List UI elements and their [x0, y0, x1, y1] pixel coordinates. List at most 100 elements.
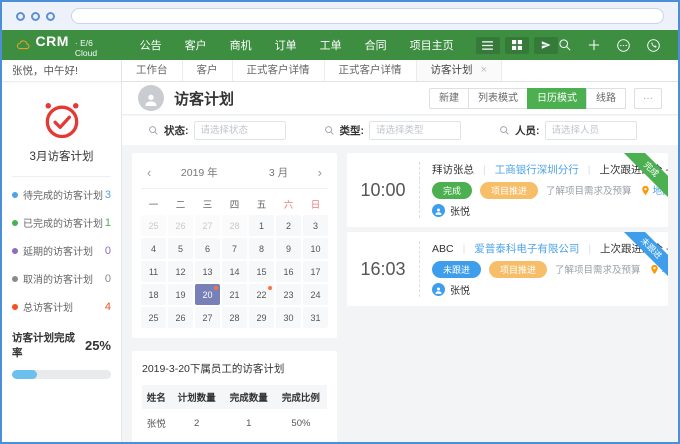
calendar-day[interactable]: 4 [141, 238, 166, 259]
calendar-card: ‹ 2019 年 3 月 › 一二三四五六日 25262728123456789… [132, 153, 337, 338]
calendar-day[interactable]: 20 [195, 284, 220, 305]
sidebar-stats: 待完成的访客计划3已完成的访客计划1延期的访客计划0取消的访客计划0总访客计划4 [2, 177, 121, 318]
nav-item[interactable]: 项目主页 [410, 37, 454, 53]
filter-group: 状态: [148, 121, 286, 140]
power-icon[interactable] [676, 38, 680, 52]
calendar-day[interactable]: 23 [276, 284, 301, 305]
calendar-day[interactable]: 25 [141, 307, 166, 328]
nav-item[interactable]: 合同 [365, 37, 387, 53]
calendar-prev-icon[interactable]: ‹ [143, 166, 155, 179]
map-pin-icon [640, 185, 651, 196]
window-control-dot[interactable] [46, 12, 55, 21]
calendar-day[interactable]: 2 [276, 215, 301, 236]
calendar-day[interactable]: 12 [168, 261, 193, 282]
tab[interactable]: 客户 [183, 60, 233, 81]
calendar-day[interactable]: 6 [195, 238, 220, 259]
view-mode-button[interactable]: 线路 [586, 88, 626, 109]
sidebar-stat-item: 待完成的访客计划3 [12, 187, 111, 202]
table-header-cell: 姓名 [142, 385, 171, 409]
more-options-button[interactable]: ··· [634, 88, 662, 109]
calendar-day[interactable]: 18 [141, 284, 166, 305]
calendar-day[interactable]: 24 [303, 284, 328, 305]
window-control-dot[interactable] [31, 12, 40, 21]
phone-icon[interactable] [646, 38, 661, 53]
view-mode-button[interactable]: 新建 [429, 88, 469, 109]
tab[interactable]: 正式客户详情 [325, 60, 417, 81]
tab[interactable]: 工作台 [122, 60, 183, 81]
calendar-day[interactable]: 21 [222, 284, 247, 305]
calendar-day[interactable]: 10 [303, 238, 328, 259]
nav-item[interactable]: 订单 [275, 37, 297, 53]
calendar-day[interactable]: 26 [168, 215, 193, 236]
page-avatar [138, 85, 164, 111]
add-icon[interactable] [587, 38, 601, 52]
calendar-day[interactable]: 22 [249, 284, 274, 305]
calendar-day[interactable]: 11 [141, 261, 166, 282]
calendar-day[interactable]: 15 [249, 261, 274, 282]
calendar-day[interactable]: 29 [249, 307, 274, 328]
tab[interactable]: 访客计划× [417, 60, 502, 81]
calendar-day[interactable]: 28 [222, 307, 247, 328]
filter-group: 类型: [324, 121, 462, 140]
calendar-next-icon[interactable]: › [314, 166, 326, 179]
visit-title: 拜访张总 [432, 162, 474, 177]
company-link[interactable]: 爱普泰科电子有限公司 [474, 241, 579, 256]
nav-item[interactable]: 客户 [185, 37, 207, 53]
visit-time: 16:03 [347, 232, 419, 306]
window-control-dot[interactable] [16, 12, 25, 21]
calendar-day[interactable]: 30 [276, 307, 301, 328]
calendar-day[interactable]: 28 [222, 215, 247, 236]
tab[interactable]: 正式客户详情 [233, 60, 325, 81]
calendar-day[interactable]: 25 [141, 215, 166, 236]
address-bar[interactable] [71, 8, 664, 24]
calendar-day[interactable]: 17 [303, 261, 328, 282]
calendar-day[interactable]: 27 [195, 215, 220, 236]
search-icon [148, 125, 159, 136]
calendar-day[interactable]: 8 [249, 238, 274, 259]
weekday-label: 五 [249, 197, 274, 211]
calendar-day[interactable]: 27 [195, 307, 220, 328]
calendar-day[interactable]: 3 [303, 215, 328, 236]
calendar-month[interactable]: 3 月 [269, 165, 288, 180]
calendar-day[interactable]: 7 [222, 238, 247, 259]
nav-item[interactable]: 工单 [320, 37, 342, 53]
completion-rate-value: 25% [85, 338, 111, 353]
nav-item[interactable]: 公告 [140, 37, 162, 53]
completion-progress-bar [12, 370, 111, 379]
calendar-year[interactable]: 2019 年 [181, 165, 218, 180]
person-name: 张悦 [450, 203, 470, 218]
menu-icon[interactable] [476, 37, 500, 54]
view-mode-button[interactable]: 日历模式 [527, 88, 587, 109]
calendar-day[interactable]: 31 [303, 307, 328, 328]
filter-select-input[interactable] [194, 121, 286, 140]
close-icon[interactable]: × [481, 60, 487, 81]
weekday-label: 日 [303, 197, 328, 211]
filter-select-input[interactable] [369, 121, 461, 140]
more-circle-icon[interactable] [616, 38, 631, 53]
weekday-label: 二 [168, 197, 193, 211]
company-link[interactable]: 工商银行深圳分行 [495, 162, 579, 177]
visit-plan-card: 16:03 ABC | 爱普泰科电子有限公司 | 上次跟进距今 - 712天 未… [347, 232, 668, 306]
send-icon[interactable] [534, 37, 558, 54]
event-dot [268, 286, 272, 290]
calendar-day[interactable]: 19 [168, 284, 193, 305]
grid-icon[interactable] [505, 37, 529, 54]
calendar-day[interactable]: 1 [249, 215, 274, 236]
stat-value: 4 [105, 301, 111, 313]
sidebar-stat-item: 取消的访客计划0 [12, 271, 111, 286]
progress-fill [12, 370, 37, 379]
calendar-day[interactable]: 5 [168, 238, 193, 259]
calendar-day[interactable]: 14 [222, 261, 247, 282]
table-cell: 1 [223, 409, 275, 437]
nav-item[interactable]: 商机 [230, 37, 252, 53]
filter-select-input[interactable] [545, 121, 637, 140]
filter-label: 人员: [515, 123, 540, 138]
table-cell: 张悦 [142, 409, 171, 437]
calendar-day[interactable]: 16 [276, 261, 301, 282]
view-mode-button[interactable]: 列表模式 [468, 88, 528, 109]
calendar-day[interactable]: 26 [168, 307, 193, 328]
calendar-day[interactable]: 13 [195, 261, 220, 282]
weekday-label: 六 [276, 197, 301, 211]
search-icon[interactable] [558, 38, 572, 52]
calendar-day[interactable]: 9 [276, 238, 301, 259]
